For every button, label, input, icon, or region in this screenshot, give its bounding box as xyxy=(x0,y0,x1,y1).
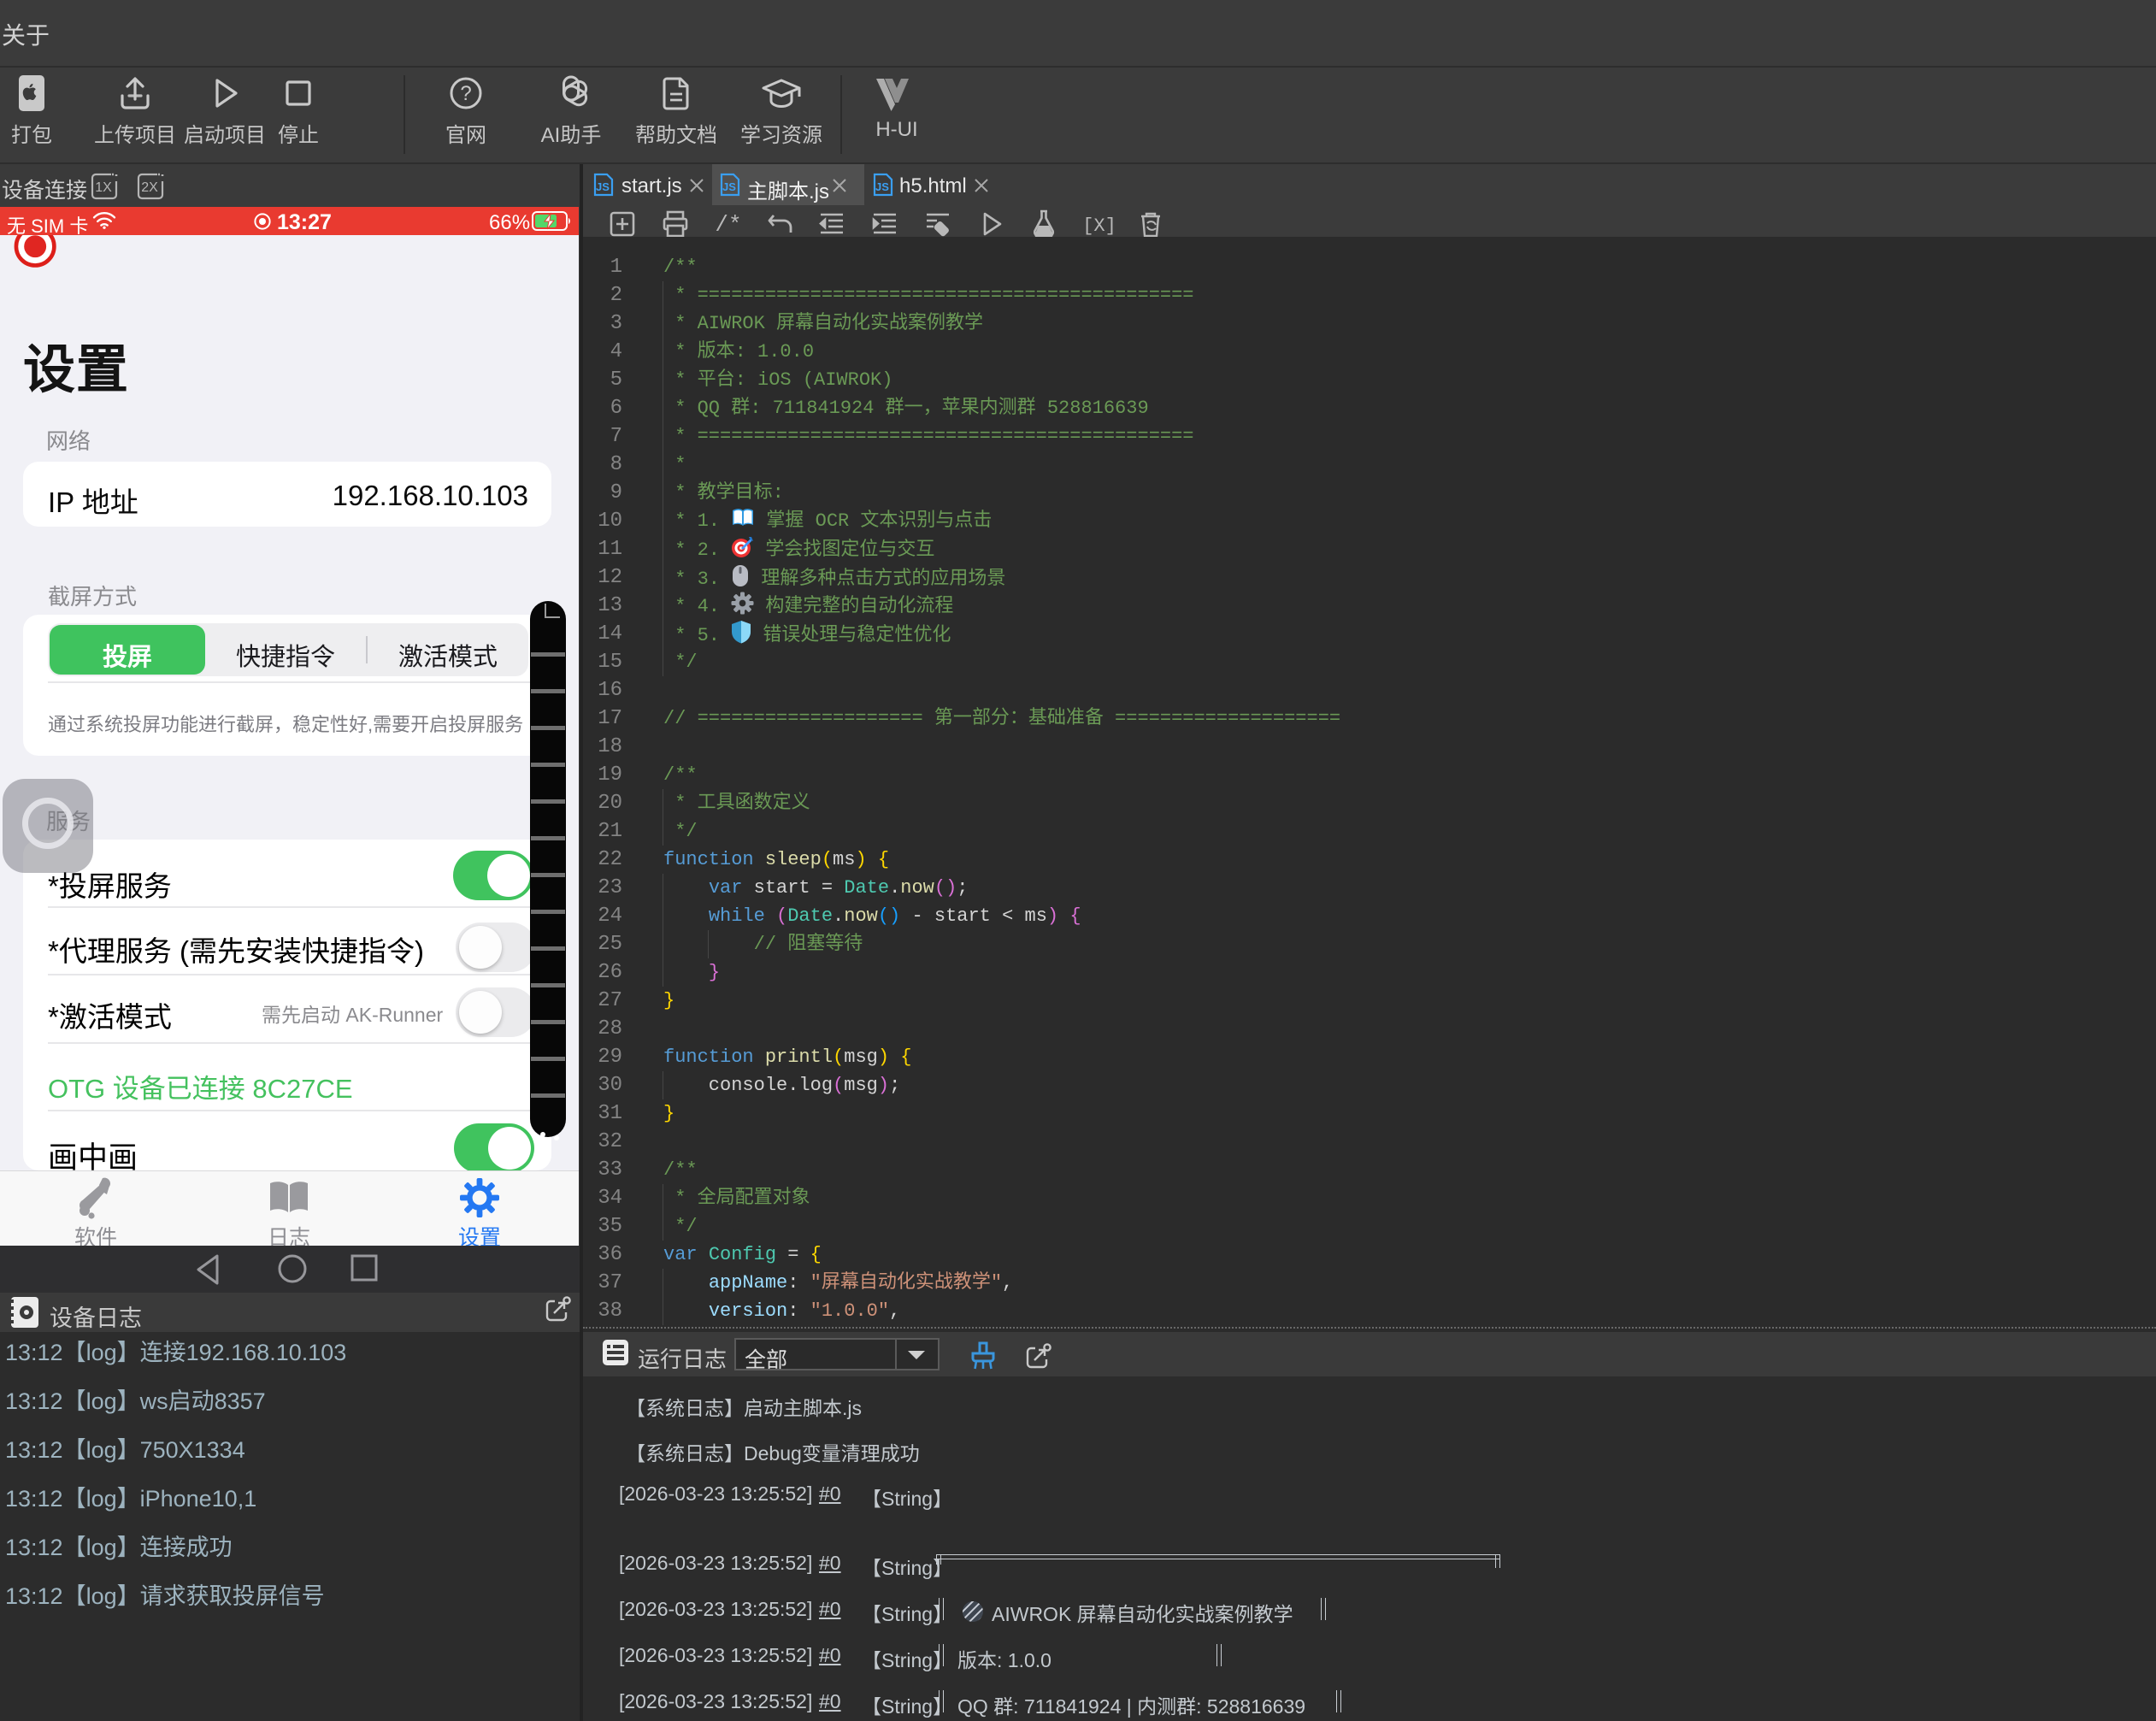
svg-text:/*: /* xyxy=(715,212,741,238)
svg-text:JS: JS xyxy=(596,180,610,193)
svg-text:[X]: [X] xyxy=(1082,215,1116,237)
svg-text:JS: JS xyxy=(722,180,736,193)
svg-text:JS: JS xyxy=(875,180,889,193)
svg-text:?: ? xyxy=(460,82,471,105)
svg-text:2X: 2X xyxy=(141,180,158,195)
svg-text:1X: 1X xyxy=(95,180,112,195)
